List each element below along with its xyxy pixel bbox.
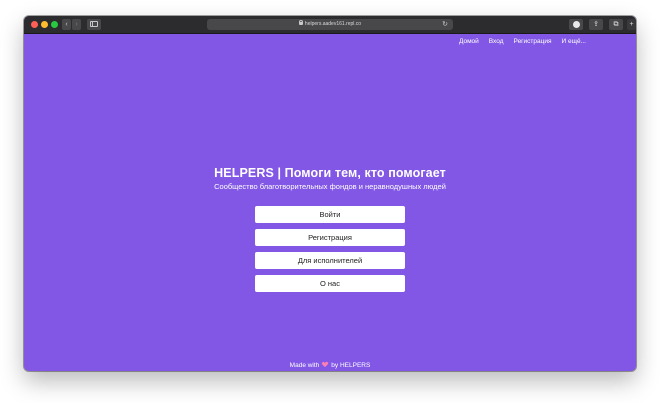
tabs-overview-button[interactable]: ⧉ — [609, 19, 623, 30]
chevron-left-icon: ‹ — [65, 21, 68, 28]
about-button[interactable]: О нас — [255, 275, 405, 292]
chevron-right-icon: › — [75, 21, 78, 28]
lock-icon — [298, 19, 304, 26]
url-text: helpers.aadev161.repl.co — [304, 21, 362, 27]
register-button[interactable]: Регистрация — [255, 229, 405, 246]
new-tab-button[interactable]: + — [627, 19, 636, 30]
nav-link-register[interactable]: Регистрация — [514, 38, 552, 45]
share-button[interactable]: ⇪ — [589, 19, 603, 30]
page-content: Домой Вход Регистрация И ещё... HELPERS … — [24, 34, 636, 371]
download-icon — [573, 21, 580, 28]
nav-link-login[interactable]: Вход — [489, 38, 504, 45]
for-executors-button[interactable]: Для исполнителей — [255, 252, 405, 269]
page-subtitle: Сообщество благотворительных фондов и не… — [214, 182, 446, 191]
minimize-window-button[interactable] — [41, 21, 48, 28]
page-title: HELPERS | Помоги тем, кто помогает — [214, 166, 446, 180]
action-buttons: Войти Регистрация Для исполнителей О нас — [255, 206, 405, 298]
hero: HELPERS | Помоги тем, кто помогает Сообщ… — [24, 165, 636, 192]
footer: Made with by HELPERS — [24, 362, 636, 370]
forward-button[interactable]: › — [72, 19, 81, 30]
top-nav: Домой Вход Регистрация И ещё... — [459, 38, 586, 45]
downloads-button[interactable] — [569, 19, 583, 30]
maximize-window-button[interactable] — [51, 21, 58, 28]
reload-icon[interactable]: ↻ — [442, 19, 448, 30]
plus-icon: + — [629, 21, 634, 28]
footer-by: by HELPERS — [331, 362, 371, 369]
back-button[interactable]: ‹ — [62, 19, 71, 30]
footer-made-with: Made with — [289, 362, 320, 369]
share-icon: ⇪ — [593, 21, 599, 28]
nav-link-home[interactable]: Домой — [459, 38, 479, 45]
sidebar-toggle-button[interactable] — [87, 19, 101, 30]
heart-icon — [322, 362, 328, 368]
address-bar[interactable]: helpers.aadev161.repl.co ↻ — [207, 19, 453, 30]
nav-link-more[interactable]: И ещё... — [562, 38, 586, 45]
login-button[interactable]: Войти — [255, 206, 405, 223]
tabs-icon: ⧉ — [613, 21, 619, 28]
browser-titlebar: ‹ › helpers.aadev161.repl.co ↻ ⇪ ⧉ + — [24, 16, 636, 34]
browser-window: ‹ › helpers.aadev161.repl.co ↻ ⇪ ⧉ + Дом… — [24, 16, 636, 371]
close-window-button[interactable] — [31, 21, 38, 28]
